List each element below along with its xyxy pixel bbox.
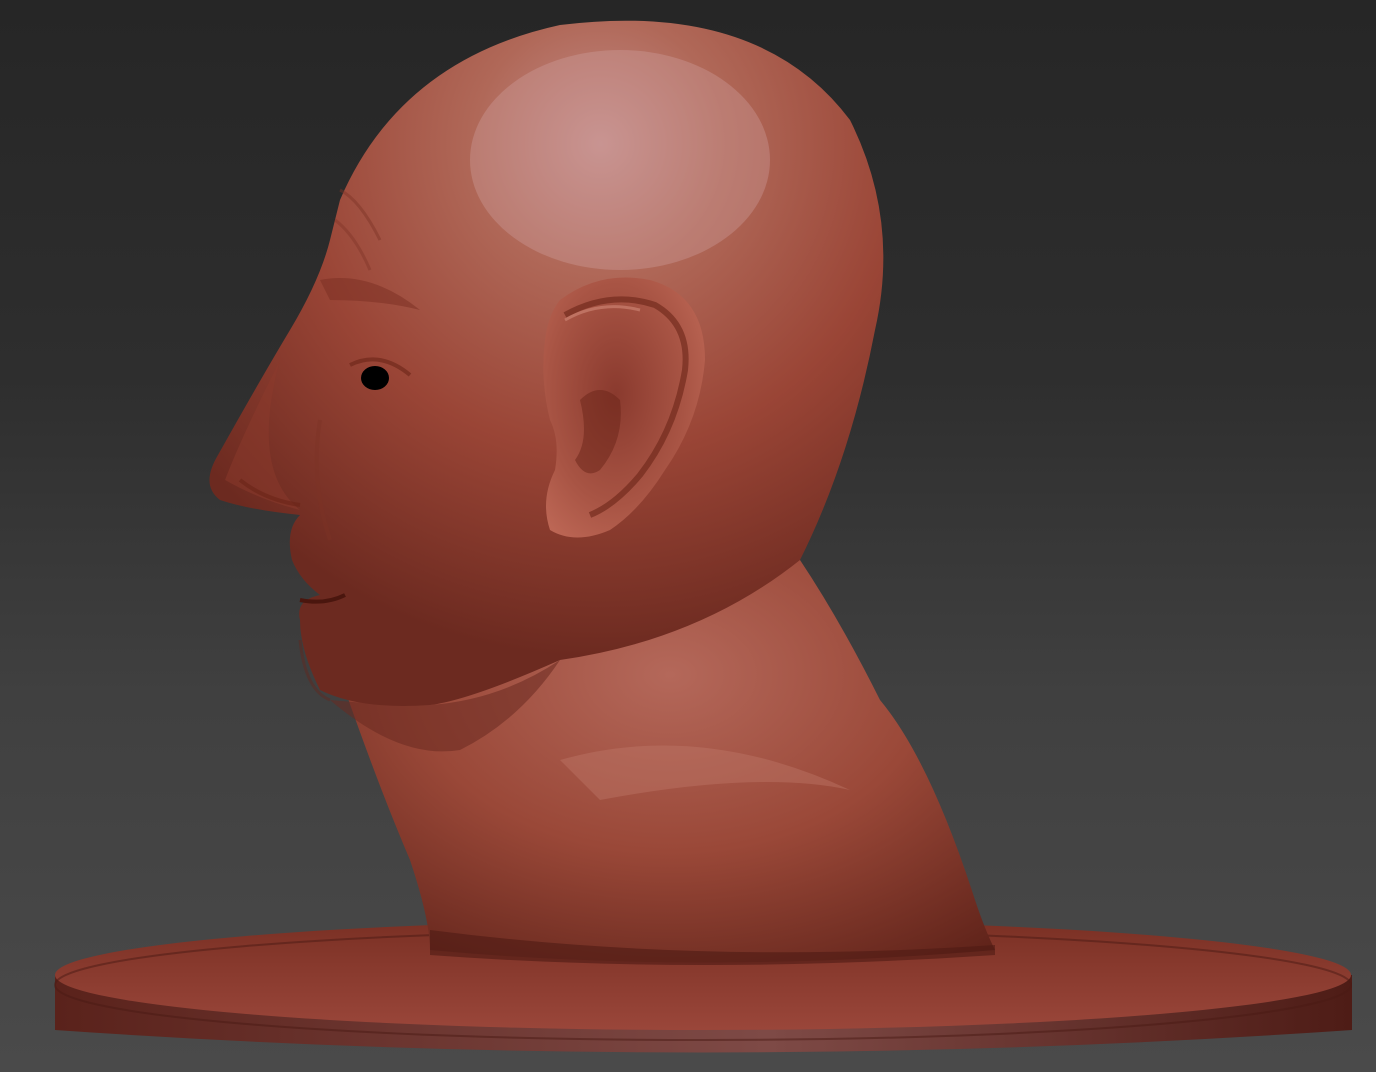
eye: [361, 366, 389, 390]
sculpt-viewport[interactable]: [0, 0, 1376, 1072]
sculpt-render: [54, 20, 1352, 1053]
